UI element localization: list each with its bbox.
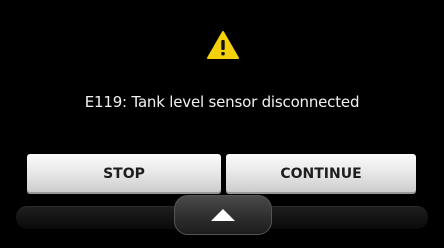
error-message: E119: Tank level sensor disconnected [84,93,360,111]
up-arrow-icon [211,209,235,221]
continue-button[interactable]: CONTINUE [226,154,416,194]
stop-button[interactable]: STOP [27,154,221,194]
error-screen: E119: Tank level sensor disconnected STO… [0,0,444,248]
stop-button-label: STOP [103,166,145,182]
continue-button-label: CONTINUE [280,166,362,182]
warning-icon [207,31,239,59]
